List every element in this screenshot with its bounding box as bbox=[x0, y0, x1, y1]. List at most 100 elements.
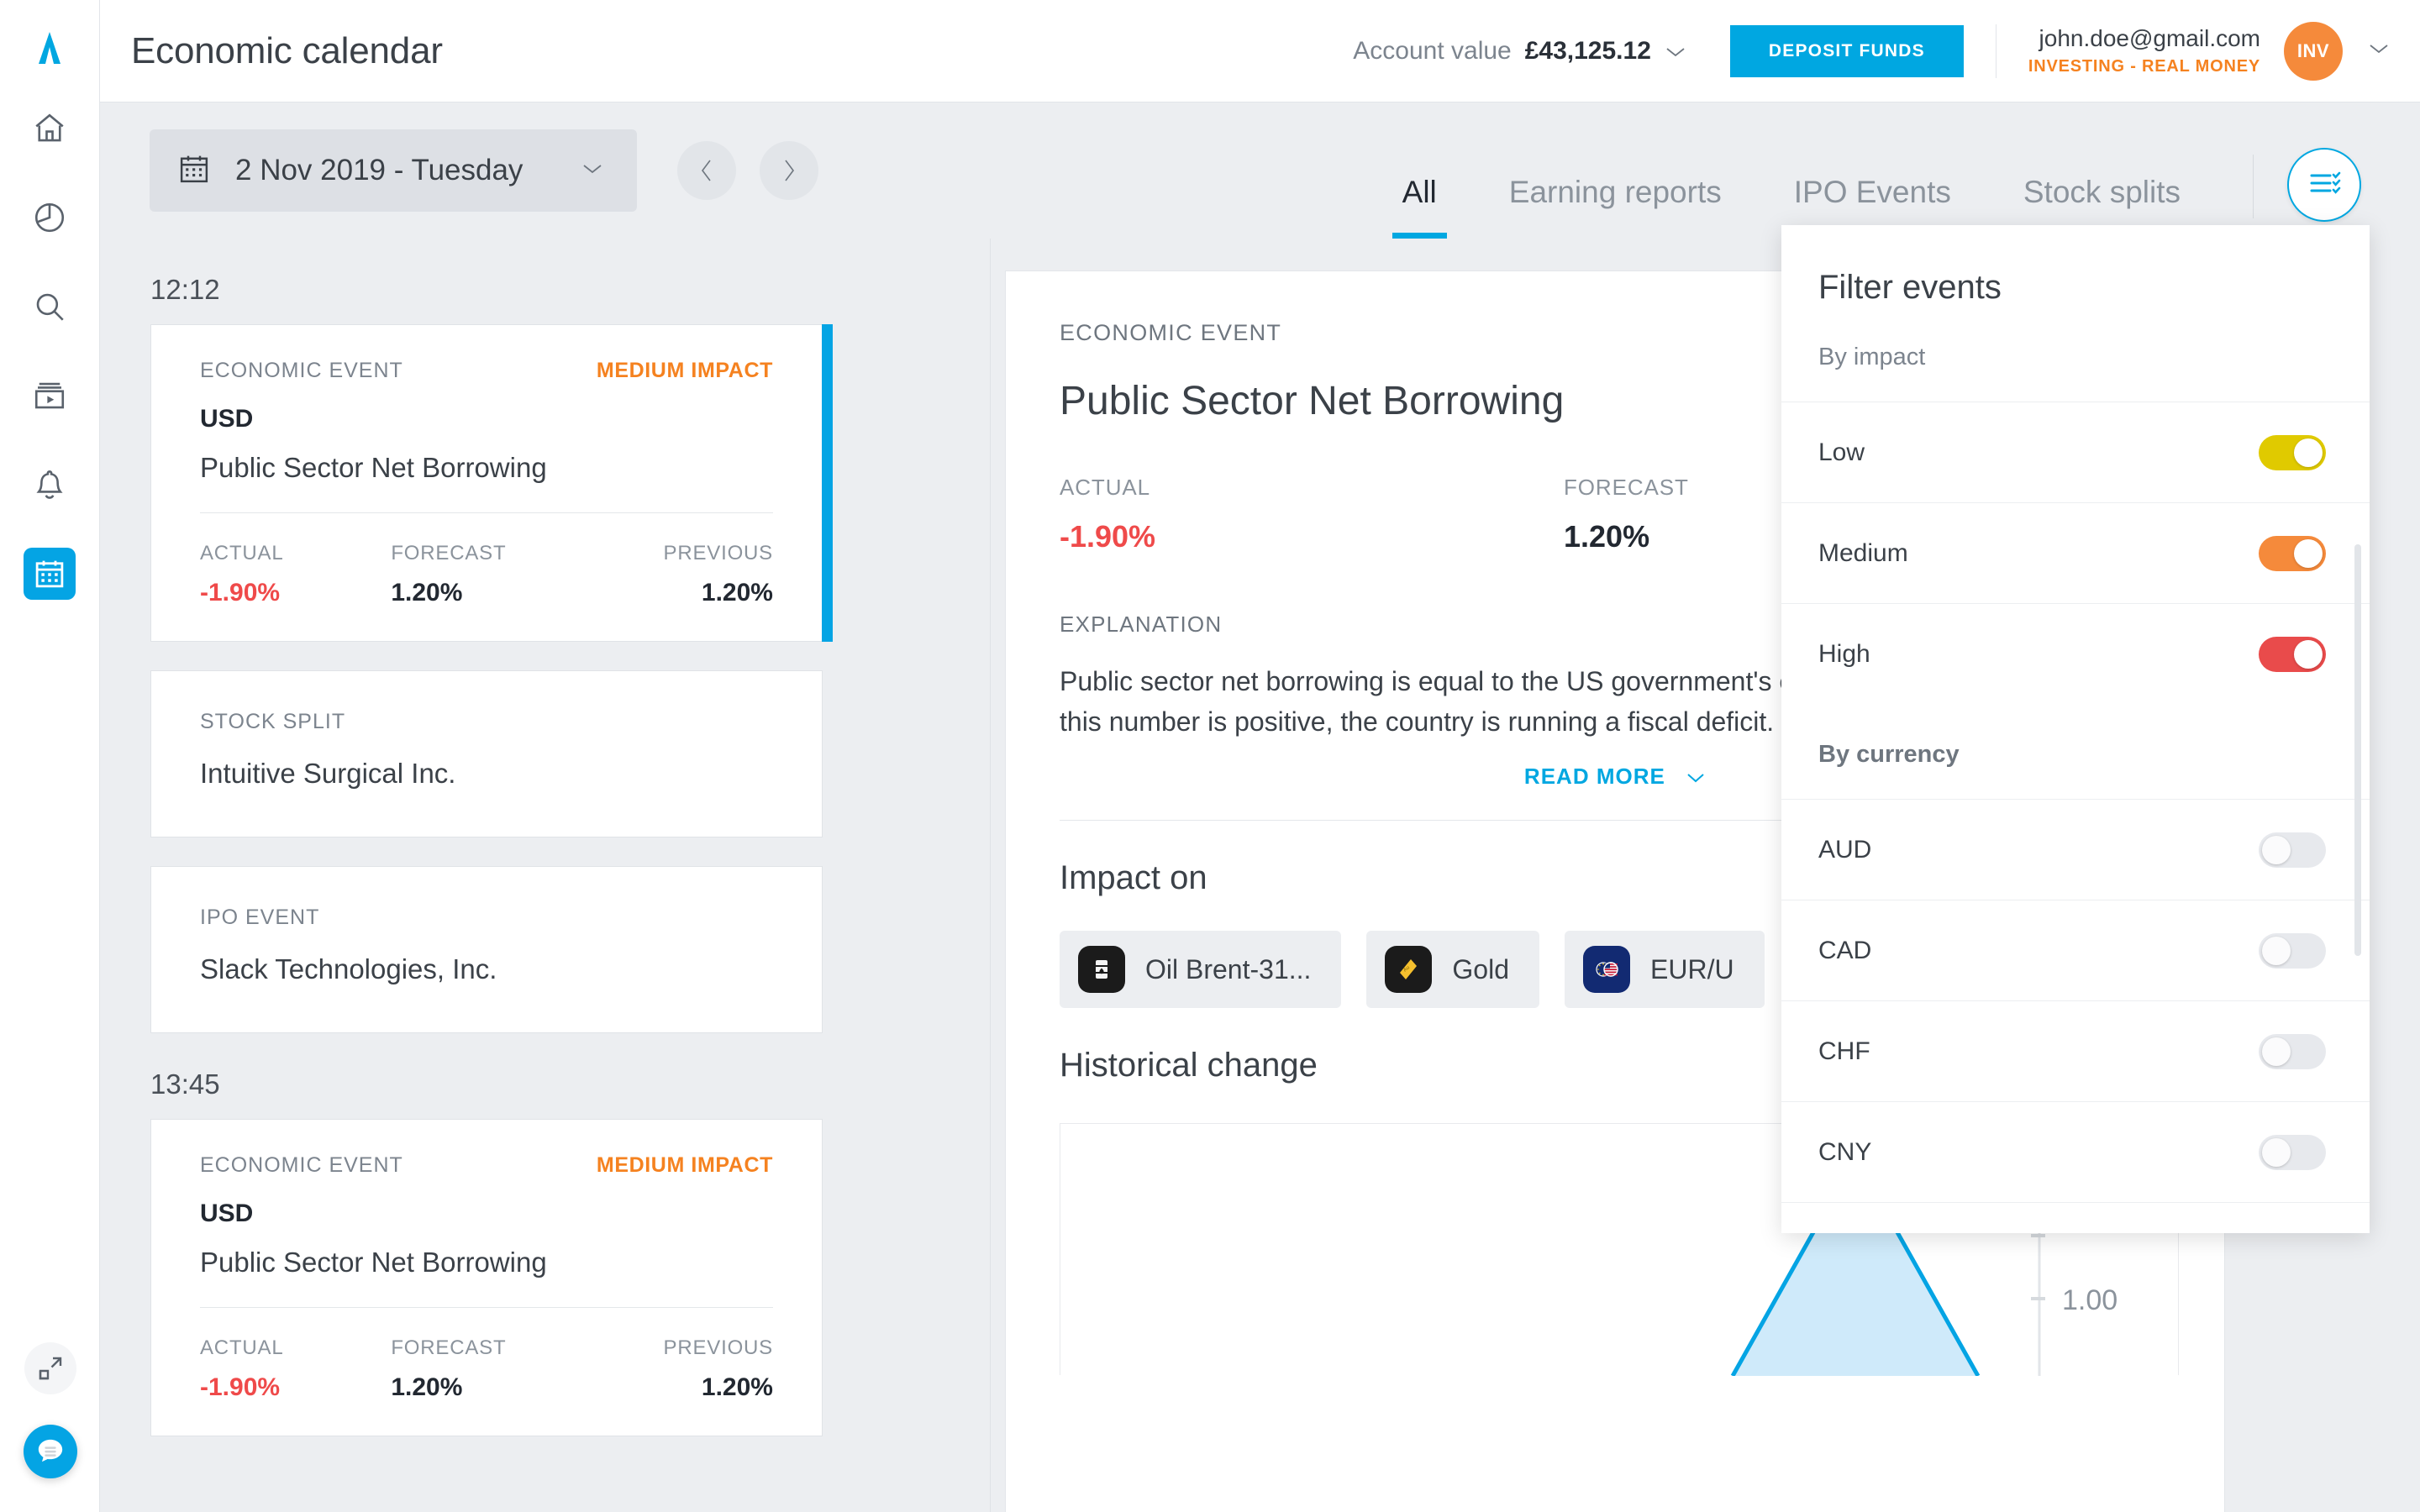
event-card[interactable]: IPO EVENT Slack Technologies, Inc. bbox=[150, 866, 823, 1033]
fullscreen-button[interactable] bbox=[24, 1342, 76, 1394]
sidebar-item-alerts[interactable] bbox=[24, 459, 76, 511]
filter-row-partial[interactable] bbox=[1781, 1202, 2370, 1233]
app-logo-icon[interactable] bbox=[25, 24, 74, 72]
event-card-kind: IPO EVENT bbox=[200, 906, 320, 929]
impact-chip-label: Oil Brent-31... bbox=[1145, 953, 1312, 984]
event-card-kind: STOCK SPLIT bbox=[200, 710, 346, 733]
filter-section-by-impact-label: By impact bbox=[1818, 344, 1926, 370]
filter-popover-body: By impact Low Medium High By currency AU… bbox=[1781, 307, 2370, 1233]
user-info[interactable]: john.doe@gmail.com INVESTING - REAL MONE… bbox=[2028, 25, 2260, 76]
filter-row-label: CHF bbox=[1818, 1037, 1870, 1065]
impact-chip-label: EUR/U bbox=[1650, 953, 1734, 984]
stat-label: PREVIOUS bbox=[663, 1336, 773, 1359]
chevron-down-icon bbox=[1686, 764, 1706, 789]
stat-label: ACTUAL bbox=[200, 1336, 284, 1359]
time-group-label: 13:45 bbox=[150, 1068, 220, 1100]
account-value-label: Account value bbox=[1353, 36, 1512, 65]
page-title: Economic calendar bbox=[131, 29, 443, 71]
top-header-bar: Economic calendar Account value £43,125.… bbox=[100, 0, 2420, 102]
event-card-header: ECONOMIC EVENT MEDIUM IMPACT bbox=[200, 359, 773, 383]
toggle-low-impact[interactable] bbox=[2259, 434, 2326, 470]
stat-value: 1.20% bbox=[391, 579, 463, 606]
event-type-tabs: All Earning reports IPO Events Stock spl… bbox=[1392, 102, 2420, 239]
filter-row-label: CNY bbox=[1818, 1137, 1872, 1166]
deposit-funds-button[interactable]: DEPOSIT FUNDS bbox=[1729, 24, 1964, 77]
toggle-currency-cad[interactable] bbox=[2259, 932, 2326, 969]
event-list-panel[interactable]: 12:12 ECONOMIC EVENT MEDIUM IMPACT USD P… bbox=[100, 239, 991, 1512]
sidebar-item-search[interactable] bbox=[24, 281, 76, 333]
event-card-header: ECONOMIC EVENT MEDIUM IMPACT bbox=[200, 1153, 773, 1178]
stat-previous: PREVIOUS 1.20% bbox=[582, 542, 773, 607]
date-picker[interactable]: 2 Nov 2019 - Tuesday bbox=[150, 129, 637, 212]
account-value-amount: £43,125.12 bbox=[1524, 36, 1651, 65]
account-value-dropdown[interactable]: Account value £43,125.12 bbox=[1353, 37, 1686, 66]
impact-chip-gold[interactable]: Au Gold bbox=[1366, 931, 1539, 1008]
filter-row-label: Low bbox=[1818, 438, 1865, 466]
filter-row-label: AUD bbox=[1818, 835, 1872, 864]
filter-row-aud[interactable]: AUD bbox=[1781, 799, 2370, 900]
event-card-kind: ECONOMIC EVENT bbox=[200, 359, 403, 382]
filter-row-cad[interactable]: CAD bbox=[1781, 900, 2370, 1000]
toggle-medium-impact[interactable] bbox=[2259, 535, 2326, 571]
stat-label: ACTUAL bbox=[1060, 475, 1150, 500]
filter-row-low[interactable]: Low bbox=[1781, 402, 2370, 502]
time-group-label: 12:12 bbox=[150, 274, 220, 305]
previous-day-button[interactable] bbox=[677, 141, 736, 200]
filter-section-by-currency-label: By currency bbox=[1818, 741, 1960, 768]
filter-popover-title: Filter events bbox=[1818, 269, 2002, 306]
date-nav-group bbox=[677, 141, 818, 200]
event-card[interactable]: ECONOMIC EVENT MEDIUM IMPACT USD Public … bbox=[150, 1119, 823, 1436]
date-chevron-down-icon bbox=[581, 162, 603, 180]
impact-chip-oil[interactable]: Oil Brent-31... bbox=[1060, 931, 1342, 1008]
tab-all[interactable]: All bbox=[1392, 175, 1447, 239]
filter-list-check-icon bbox=[2305, 165, 2344, 205]
impact-chip-label: Gold bbox=[1452, 953, 1509, 984]
filter-row-high[interactable]: High bbox=[1781, 603, 2370, 704]
stat-actual: ACTUAL -1.90% bbox=[200, 542, 391, 607]
rail-bottom-actions bbox=[0, 1342, 100, 1478]
filter-row-label: Medium bbox=[1818, 538, 1908, 567]
toggle-currency-chf[interactable] bbox=[2259, 1033, 2326, 1069]
detail-stat-actual: ACTUAL -1.90% bbox=[1060, 475, 1564, 554]
next-day-button[interactable] bbox=[760, 141, 818, 200]
account-mode-badge: INVESTING - REAL MONEY bbox=[2028, 57, 2260, 76]
stat-label: ACTUAL bbox=[200, 542, 284, 564]
toolbar-divider bbox=[2253, 155, 2254, 218]
toolbar: 2 Nov 2019 - Tuesday All Earning reports… bbox=[100, 102, 2420, 239]
stat-value: 1.20% bbox=[701, 1373, 773, 1401]
filter-row-label: CAD bbox=[1818, 936, 1872, 964]
status-badge: MEDIUM IMPACT bbox=[596, 1153, 773, 1177]
event-card[interactable]: ECONOMIC EVENT MEDIUM IMPACT USD Public … bbox=[150, 324, 833, 642]
tab-earning-reports[interactable]: Earning reports bbox=[1509, 175, 1722, 239]
toggle-currency-cny[interactable] bbox=[2259, 1134, 2326, 1170]
event-card-currency: USD bbox=[200, 405, 254, 433]
stat-value: -1.90% bbox=[200, 579, 281, 606]
toggle-high-impact[interactable] bbox=[2259, 636, 2326, 672]
filter-row-cny[interactable]: CNY bbox=[1781, 1101, 2370, 1202]
filter-events-button[interactable] bbox=[2287, 148, 2361, 222]
filter-row-medium[interactable]: Medium bbox=[1781, 502, 2370, 603]
divider bbox=[200, 1307, 773, 1308]
event-card-title: Public Sector Net Borrowing bbox=[200, 452, 547, 483]
user-menu-chevron-down-icon[interactable] bbox=[2368, 42, 2390, 60]
toggle-currency-aud[interactable] bbox=[2259, 832, 2326, 868]
impact-chip-eurusd[interactable]: EUR/U bbox=[1565, 931, 1765, 1008]
eur-usd-flags-icon bbox=[1583, 946, 1630, 993]
event-card-stats: ACTUAL -1.90% FORECAST 1.20% PREVIOUS 1.… bbox=[200, 1336, 773, 1402]
stat-previous: PREVIOUS 1.20% bbox=[582, 1336, 773, 1402]
filter-events-popover: Filter events By impact Low Medium High … bbox=[1781, 225, 2370, 1233]
filter-popover-scrollbar[interactable] bbox=[2354, 544, 2361, 956]
selected-date: 2 Nov 2019 - Tuesday bbox=[235, 154, 523, 186]
sidebar-item-videos[interactable] bbox=[24, 370, 76, 422]
event-card-currency: USD bbox=[200, 1200, 254, 1227]
filter-row-chf[interactable]: CHF bbox=[1781, 1000, 2370, 1101]
oil-barrel-icon bbox=[1078, 946, 1125, 993]
avatar[interactable]: INV bbox=[2284, 21, 2343, 81]
sidebar-item-home[interactable] bbox=[24, 102, 76, 155]
event-card[interactable]: STOCK SPLIT Intuitive Surgical Inc. bbox=[150, 670, 823, 837]
stat-forecast: FORECAST 1.20% bbox=[391, 542, 581, 607]
sidebar-item-portfolio[interactable] bbox=[24, 192, 76, 244]
chat-button[interactable] bbox=[23, 1425, 77, 1478]
sidebar-item-calendar[interactable] bbox=[24, 548, 76, 600]
chevron-down-icon bbox=[1665, 37, 1686, 66]
